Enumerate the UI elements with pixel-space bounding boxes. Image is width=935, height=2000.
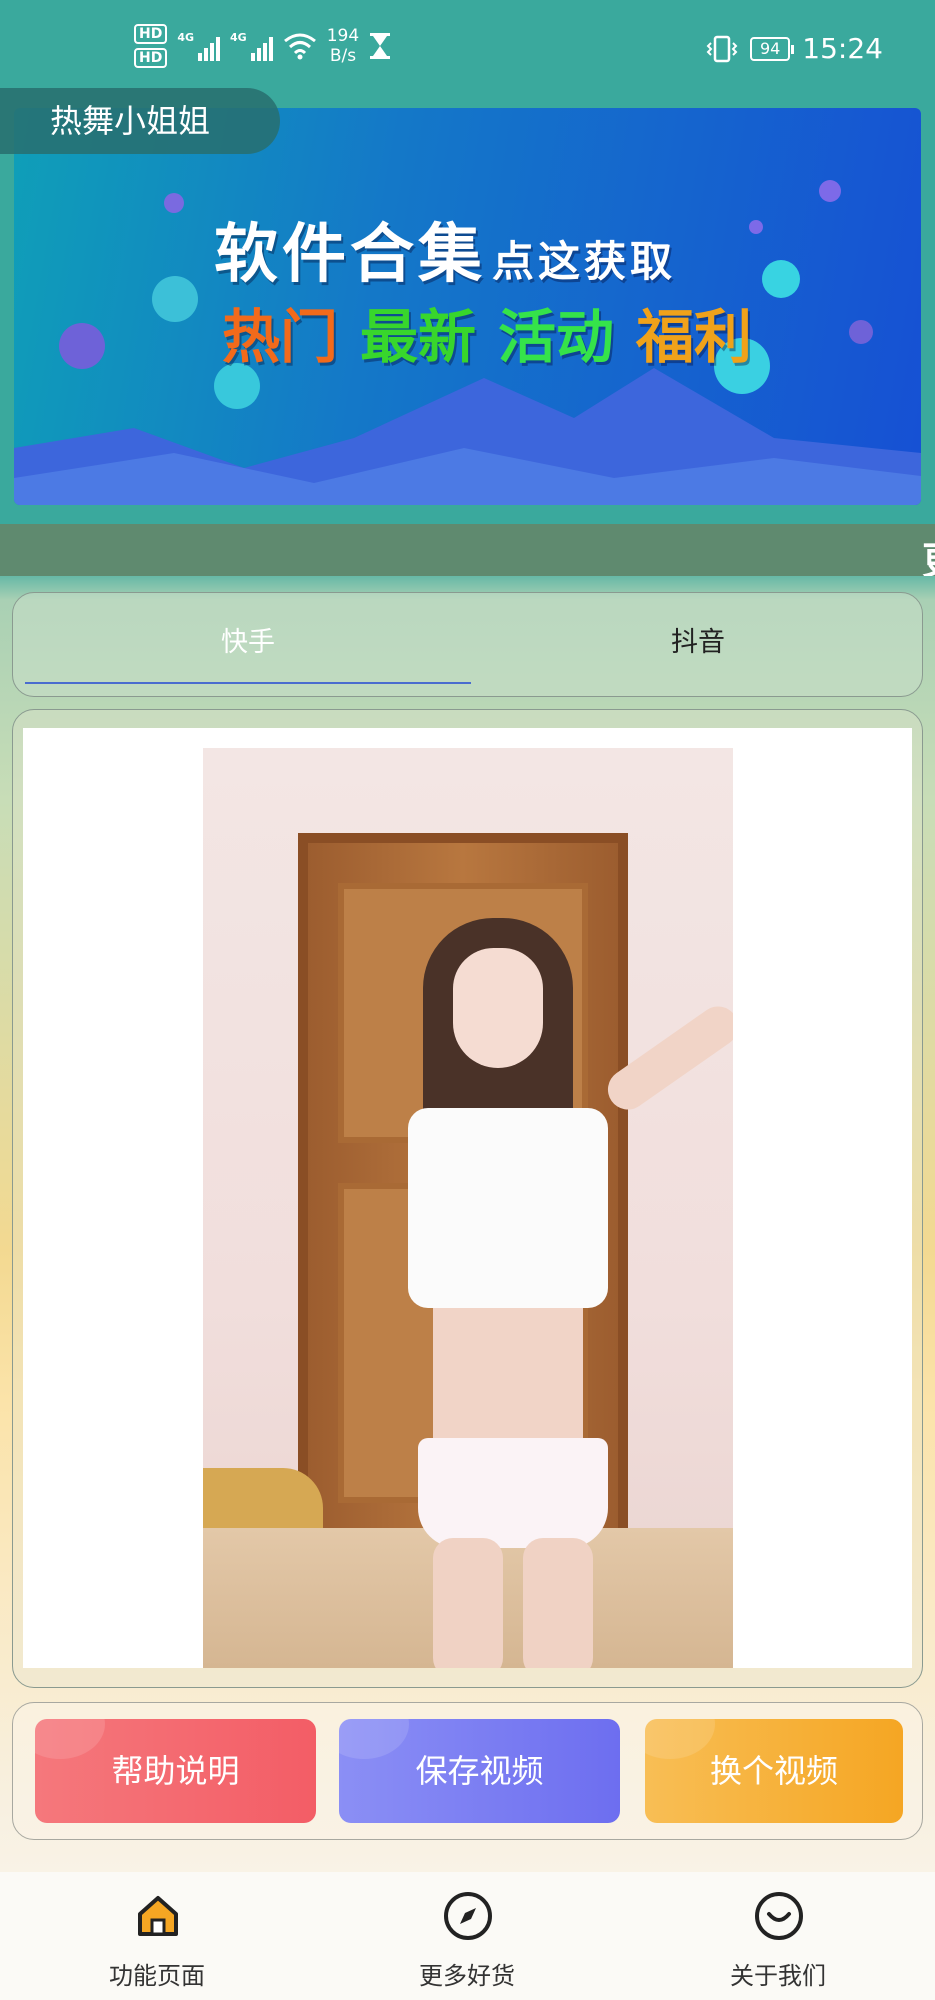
help-button[interactable]: 帮助说明 xyxy=(35,1719,316,1823)
next-video-button[interactable]: 换个视频 xyxy=(645,1719,903,1823)
hd-indicators: HD HD xyxy=(134,24,168,68)
save-video-button-label: 保存视频 xyxy=(415,1753,544,1789)
wifi-icon xyxy=(283,33,316,60)
home-icon xyxy=(138,1896,178,1936)
bottom-navigation: 功能页面 更多好货 关于我们 xyxy=(0,1872,935,2000)
promo-banner[interactable]: 软件合集 点这获取 热门 最新 活动 福利 xyxy=(14,108,921,505)
marquee-text: 更 xyxy=(922,530,935,576)
video-person-top xyxy=(408,1108,608,1308)
battery-indicator: 94 xyxy=(749,36,795,61)
status-bar: HD HD 4G 4G 194 B/s 94 15:24 xyxy=(0,0,935,100)
video-person-shorts xyxy=(418,1438,608,1548)
signal-icon-sim1: 4G xyxy=(177,31,221,61)
nav-label-features: 功能页面 xyxy=(109,1962,205,1990)
banner-tags: 热门 最新 活动 福利 xyxy=(222,290,752,374)
video-player[interactable] xyxy=(203,748,733,1668)
hourglass-icon xyxy=(370,33,391,59)
nav-item-about-us[interactable]: 关于我们 xyxy=(668,1872,888,2000)
vibrate-icon xyxy=(706,35,738,62)
page-title: 热舞小姐姐 xyxy=(0,88,280,154)
banner-tag-hot: 热门 xyxy=(222,303,339,371)
sim2-network-type: 4G xyxy=(230,31,247,44)
banner-tag-new: 最新 xyxy=(360,303,477,371)
smile-icon xyxy=(755,1892,803,1940)
network-speed-unit: B/s xyxy=(329,46,357,66)
nav-item-features[interactable]: 功能页面 xyxy=(47,1872,267,2000)
network-speed-value: 194 xyxy=(326,26,360,46)
platform-tabs: 快手 抖音 xyxy=(12,592,923,697)
tab-kuaishou[interactable]: 快手 xyxy=(23,593,473,693)
video-person-leg-left xyxy=(433,1538,503,1668)
mountains-graphic xyxy=(14,368,921,505)
network-speed: 194 B/s xyxy=(327,26,359,66)
banner-tag-welfare: 福利 xyxy=(636,303,753,371)
status-right: 94 15:24 xyxy=(706,32,883,65)
sim1-network-type: 4G xyxy=(177,31,195,44)
nav-label-about-us: 关于我们 xyxy=(730,1962,826,1990)
save-video-button[interactable]: 保存视频 xyxy=(339,1719,620,1823)
hd-indicator-2: HD xyxy=(134,48,168,68)
banner-main-suffix: 点这获取 xyxy=(492,237,677,286)
video-person-face xyxy=(453,948,543,1068)
actions-panel: 帮助说明 保存视频 换个视频 xyxy=(12,1702,923,1840)
clock: 15:24 xyxy=(802,32,883,65)
video-card xyxy=(12,709,923,1688)
hd-indicator-1: HD xyxy=(134,24,168,44)
next-video-button-label: 换个视频 xyxy=(709,1753,838,1789)
video-person-leg-right xyxy=(523,1538,593,1668)
banner-main-text: 软件合集 xyxy=(214,218,486,292)
signal-icon-sim2: 4G xyxy=(230,31,273,61)
tab-douyin[interactable]: 抖音 xyxy=(473,593,923,693)
active-tab-indicator xyxy=(25,682,471,684)
help-button-label: 帮助说明 xyxy=(111,1753,240,1789)
nav-item-more-goods[interactable]: 更多好货 xyxy=(357,1872,577,2000)
banner-tag-event: 活动 xyxy=(498,303,615,371)
video-container xyxy=(23,728,912,1668)
announcement-marquee: 更 xyxy=(0,524,935,576)
compass-icon xyxy=(444,1892,492,1940)
banner-headline: 软件合集 点这获取 xyxy=(214,203,676,295)
status-left: HD HD 4G 4G 194 B/s xyxy=(134,24,391,68)
video-person-body xyxy=(433,1308,583,1448)
nav-label-more-goods: 更多好货 xyxy=(419,1962,515,1990)
